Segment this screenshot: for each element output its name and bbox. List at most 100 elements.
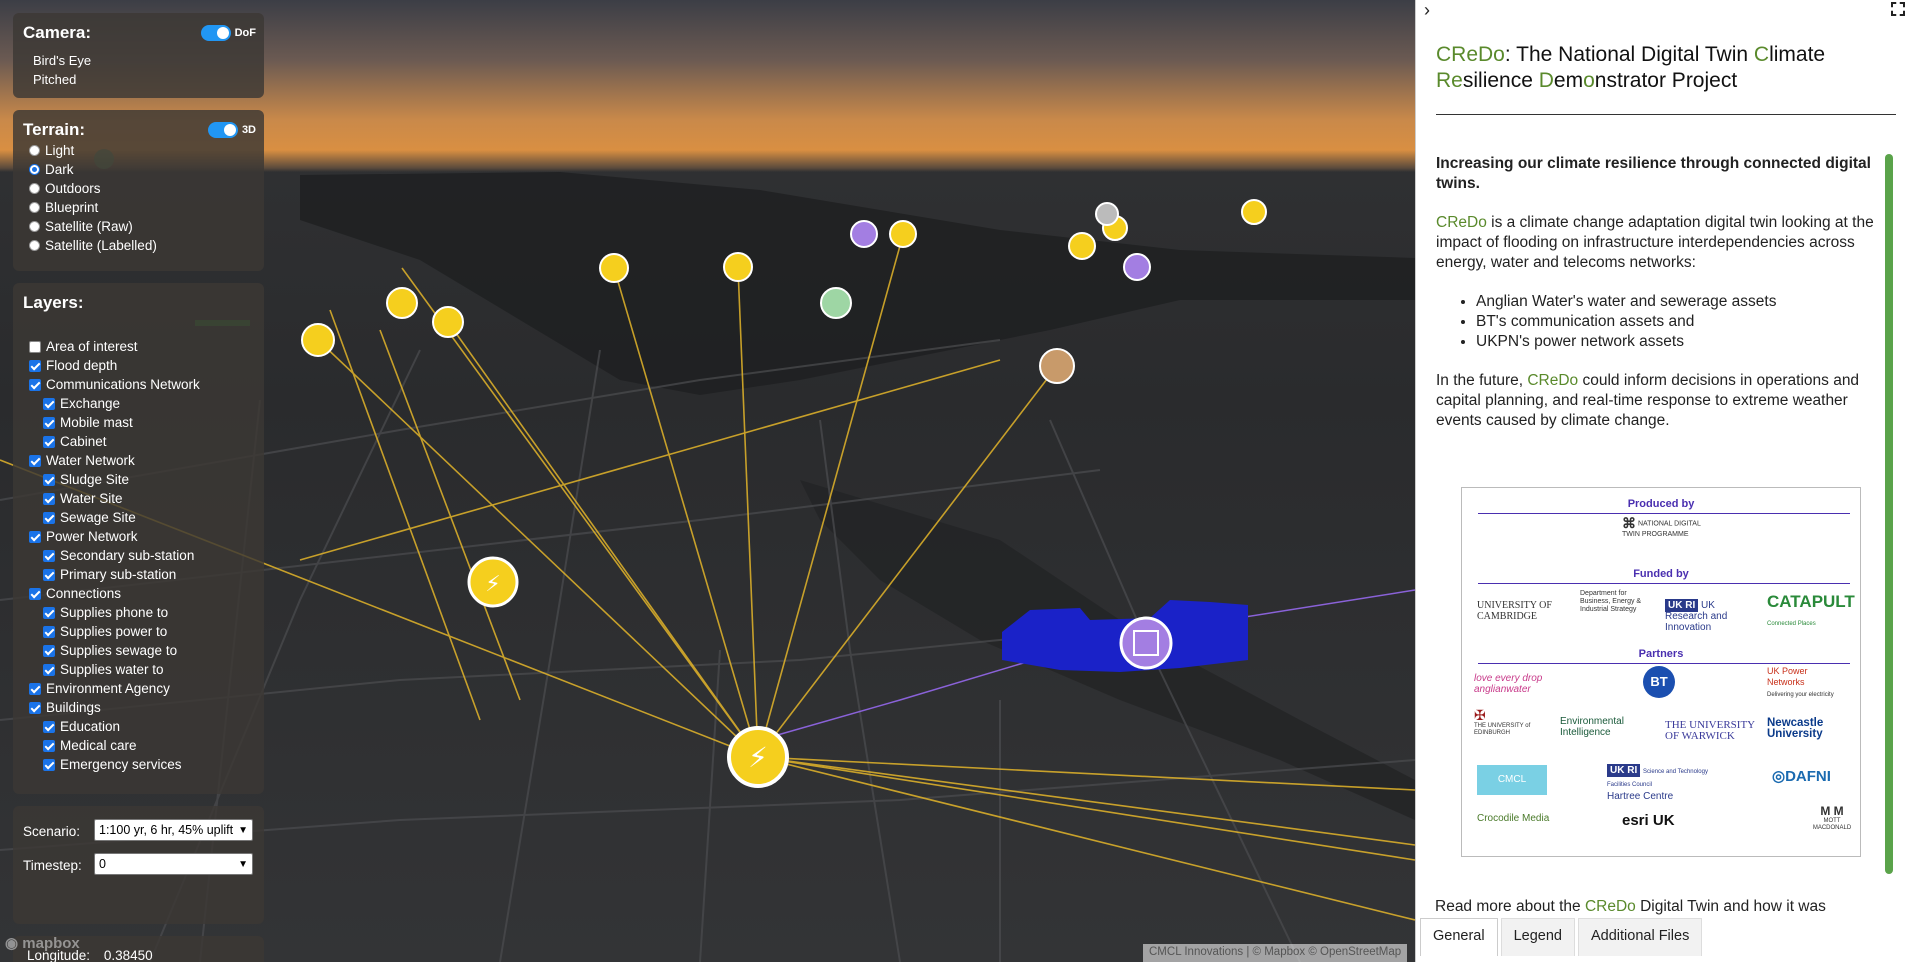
- layer-label: Supplies power to: [60, 624, 168, 639]
- layer-label: Sludge Site: [60, 472, 130, 487]
- layer-item[interactable]: Exchange: [43, 396, 120, 411]
- radio-button[interactable]: [29, 183, 40, 194]
- catapult-logo: CATAPULT Connected Places: [1767, 592, 1855, 628]
- layer-item[interactable]: Mobile mast: [43, 415, 133, 430]
- 3d-toggle[interactable]: 3D: [207, 122, 256, 138]
- radio-button[interactable]: [29, 145, 40, 156]
- layer-checkbox[interactable]: [43, 492, 55, 505]
- layer-label: Flood depth: [46, 358, 118, 373]
- layer-checkbox[interactable]: [43, 435, 55, 448]
- layer-item[interactable]: Environment Agency: [29, 681, 170, 696]
- future-paragraph: In the future, CReDo could inform decisi…: [1436, 372, 1860, 429]
- layer-checkbox[interactable]: [43, 397, 55, 410]
- list-item: BT's communication assets and: [1476, 312, 1896, 332]
- map-attribution[interactable]: CMCL Innovations | © Mapbox © OpenStreet…: [1143, 944, 1408, 962]
- layer-checkbox[interactable]: [29, 340, 41, 353]
- crocodile-media-logo: Crocodile Media: [1477, 813, 1550, 824]
- layer-checkbox[interactable]: [43, 625, 55, 638]
- sewage-site-marker[interactable]: [1119, 616, 1173, 670]
- terrain-option[interactable]: Blueprint: [29, 200, 98, 215]
- radio-button[interactable]: [29, 221, 40, 232]
- cmcl-logo: CMCL: [1477, 765, 1547, 795]
- layer-label: Cabinet: [60, 434, 107, 449]
- layer-checkbox[interactable]: [43, 663, 55, 676]
- dof-toggle[interactable]: DoF: [200, 25, 256, 41]
- scenario-value: 1:100 yr, 6 hr, 45% uplift: [99, 823, 234, 837]
- layer-checkbox[interactable]: [29, 682, 41, 695]
- layer-label: Buildings: [46, 700, 101, 715]
- layer-item[interactable]: Communications Network: [29, 377, 200, 392]
- layer-checkbox[interactable]: [43, 549, 55, 562]
- chevron-right-icon[interactable]: ›: [1424, 0, 1430, 21]
- layer-checkbox[interactable]: [43, 568, 55, 581]
- layer-label: Primary sub-station: [60, 567, 177, 582]
- layer-item[interactable]: Flood depth: [29, 358, 117, 373]
- layer-checkbox[interactable]: [43, 606, 55, 619]
- power-substation-marker[interactable]: ⚡: [727, 726, 789, 788]
- layer-item[interactable]: Connections: [29, 586, 121, 601]
- layer-checkbox[interactable]: [29, 454, 41, 467]
- layer-checkbox[interactable]: [43, 758, 55, 771]
- layer-checkbox[interactable]: [29, 359, 41, 372]
- layer-checkbox[interactable]: [43, 739, 55, 752]
- radio-button[interactable]: [29, 164, 40, 175]
- layer-item[interactable]: Cabinet: [43, 434, 107, 449]
- layer-checkbox[interactable]: [43, 511, 55, 524]
- layer-checkbox[interactable]: [29, 530, 41, 543]
- layer-label: Connections: [46, 586, 122, 601]
- layer-item[interactable]: Power Network: [29, 529, 138, 544]
- partners-heading: Partners: [1638, 648, 1684, 660]
- anglian-water-logo: love every drop anglianwater: [1474, 673, 1543, 695]
- layer-checkbox[interactable]: [29, 587, 41, 600]
- layer-item[interactable]: Supplies water to: [43, 662, 164, 677]
- tab-additional-files[interactable]: Additional Files: [1577, 918, 1703, 956]
- tab-legend[interactable]: Legend: [1500, 918, 1575, 956]
- terrain-option[interactable]: Light: [29, 143, 74, 158]
- layer-item[interactable]: Emergency services: [43, 757, 182, 772]
- layer-item[interactable]: Sewage Site: [43, 510, 136, 525]
- layer-checkbox[interactable]: [29, 378, 41, 391]
- layer-item[interactable]: Supplies sewage to: [43, 643, 177, 658]
- 3d-switch[interactable]: [207, 122, 238, 138]
- layer-item[interactable]: Area of interest: [29, 339, 138, 354]
- terrain-option[interactable]: Satellite (Labelled): [29, 238, 157, 253]
- camera-option-birds-eye[interactable]: Bird's Eye: [33, 53, 91, 68]
- sludge-site-marker[interactable]: [1039, 348, 1075, 384]
- layer-item[interactable]: Supplies phone to: [43, 605, 168, 620]
- layer-item[interactable]: Primary sub-station: [43, 567, 176, 582]
- terrain-option[interactable]: Dark: [29, 162, 74, 177]
- tab-general[interactable]: General: [1420, 918, 1498, 956]
- terrain-option-label: Blueprint: [45, 200, 99, 215]
- map-view[interactable]: ⚡ ⚡ Camera: DoF Bird's Eye Pitched Terra…: [0, 0, 1415, 962]
- layer-checkbox[interactable]: [43, 720, 55, 733]
- layer-label: Supplies phone to: [60, 605, 169, 620]
- terrain-title: Terrain:: [23, 120, 86, 139]
- layer-checkbox[interactable]: [29, 701, 41, 714]
- layer-item[interactable]: Water Network: [29, 453, 135, 468]
- camera-option-pitched[interactable]: Pitched: [33, 72, 76, 87]
- fullscreen-icon[interactable]: [1891, 2, 1905, 16]
- terrain-option[interactable]: Satellite (Raw): [29, 219, 133, 234]
- scrollbar[interactable]: [1885, 154, 1893, 874]
- dof-switch[interactable]: [200, 25, 231, 41]
- power-substation-marker[interactable]: ⚡: [467, 556, 519, 608]
- layer-item[interactable]: Secondary sub-station: [43, 548, 194, 563]
- timestep-select[interactable]: 0 ▼: [94, 853, 253, 875]
- mapbox-logo[interactable]: ◉ mapbox: [5, 934, 80, 952]
- radio-button[interactable]: [29, 240, 40, 251]
- layer-item[interactable]: Education: [43, 719, 120, 734]
- layer-item[interactable]: Medical care: [43, 738, 137, 753]
- water-site-marker[interactable]: [820, 287, 852, 319]
- terrain-option[interactable]: Outdoors: [29, 181, 101, 196]
- layer-item[interactable]: Supplies power to: [43, 624, 167, 639]
- list-item: UKPN's power network assets: [1476, 332, 1896, 352]
- layer-item[interactable]: Buildings: [29, 700, 101, 715]
- layer-checkbox[interactable]: [43, 473, 55, 486]
- layer-checkbox[interactable]: [43, 416, 55, 429]
- radio-button[interactable]: [29, 202, 40, 213]
- layer-item[interactable]: Water Site: [43, 491, 123, 506]
- layer-checkbox[interactable]: [43, 644, 55, 657]
- scenario-select[interactable]: 1:100 yr, 6 hr, 45% uplift ▼: [94, 819, 253, 841]
- layer-item[interactable]: Sludge Site: [43, 472, 129, 487]
- exchange-marker[interactable]: [1095, 202, 1119, 226]
